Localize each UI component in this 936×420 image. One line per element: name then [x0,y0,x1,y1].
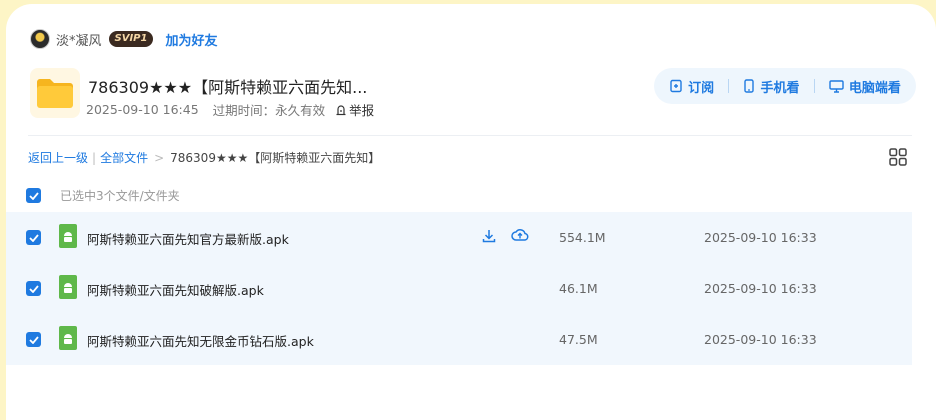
select-all-checkbox[interactable] [26,188,41,203]
report-icon [336,104,346,115]
mobile-view-button[interactable]: 手机看 [743,77,800,96]
monitor-icon [829,80,844,93]
svip-badge: SVIP1 [108,31,154,47]
back-link[interactable]: 返回上一级 [28,149,88,166]
android-apk-icon [59,275,77,299]
download-icon[interactable] [481,228,497,244]
file-checkbox[interactable] [26,332,41,347]
file-checkbox[interactable] [26,230,41,245]
file-date: 2025-09-10 16:33 [704,281,817,296]
file-list: 阿斯特赖亚六面先知官方最新版.apk 554.1M 2025-09-10 16:… [6,212,912,365]
file-checkbox[interactable] [26,281,41,296]
android-apk-icon [59,224,77,248]
file-name[interactable]: 阿斯特赖亚六面先知无限金币钻石版.apk [87,331,314,350]
file-date: 2025-09-10 16:33 [704,332,817,347]
header-divider [28,135,912,136]
check-icon [28,335,39,344]
file-name[interactable]: 阿斯特赖亚六面先知官方最新版.apk [87,229,289,248]
divider [728,79,730,93]
selection-count: 已选中3个文件/文件夹 [60,189,180,203]
subscribe-label: 订阅 [688,80,715,96]
file-row[interactable]: 阿斯特赖亚六面先知官方最新版.apk 554.1M 2025-09-10 16:… [6,212,912,263]
grid-view-button[interactable] [888,147,908,167]
pc-view-button[interactable]: 电脑端看 [829,77,901,96]
breadcrumb: 返回上一级 | 全部文件 > 786309★★★【阿斯特赖亚六面先知】 [28,149,381,166]
report-link[interactable]: 举报 [335,100,374,119]
share-meta: 2025-09-10 16:45 过期时间：永久有效 举报 [86,100,374,119]
file-size: 47.5M [559,332,598,347]
file-date: 2025-09-10 16:33 [704,230,817,245]
add-friend-link[interactable]: 加为好友 [165,30,217,49]
view-actions: 订阅 手机看 电脑端看 [654,68,916,104]
pc-view-label: 电脑端看 [848,80,901,96]
share-date: 2025-09-10 16:45 [86,102,199,117]
expire-info: 过期时间：永久有效 [212,103,326,118]
phone-icon [744,79,755,93]
select-all-row: 已选中3个文件/文件夹 [26,187,180,204]
sharer-info: 淡*凝风 SVIP1 加为好友 [30,28,217,50]
divider [813,79,815,93]
file-row[interactable]: 阿斯特赖亚六面先知破解版.apk 46.1M 2025-09-10 16:33 [6,263,912,314]
save-to-cloud-icon[interactable] [511,227,529,243]
report-label: 举报 [349,103,375,118]
share-title: 786309★★★【阿斯特赖亚六面先知... [88,78,368,97]
file-name[interactable]: 阿斯特赖亚六面先知破解版.apk [87,280,264,299]
check-icon [28,233,39,242]
mobile-view-label: 手机看 [760,80,800,96]
file-row[interactable]: 阿斯特赖亚六面先知无限金币钻石版.apk 47.5M 2025-09-10 16… [6,314,912,365]
all-files-link[interactable]: 全部文件 [100,149,148,166]
subscribe-icon [670,79,682,93]
subscribe-button[interactable]: 订阅 [669,77,714,96]
chevron-right-icon: > [154,150,165,165]
breadcrumb-current: 786309★★★【阿斯特赖亚六面先知】 [170,151,381,165]
grid-view-icon [889,148,907,166]
file-size: 46.1M [559,281,598,296]
check-icon [28,191,39,200]
avatar[interactable] [30,29,50,49]
folder-icon [30,68,80,118]
share-card: 淡*凝风 SVIP1 加为好友 786309★★★【阿斯特赖亚六面先知... 2… [6,4,936,420]
check-icon [28,284,39,293]
sharer-name[interactable]: 淡*凝风 [56,30,102,49]
file-size: 554.1M [559,230,606,245]
android-apk-icon [59,326,77,350]
